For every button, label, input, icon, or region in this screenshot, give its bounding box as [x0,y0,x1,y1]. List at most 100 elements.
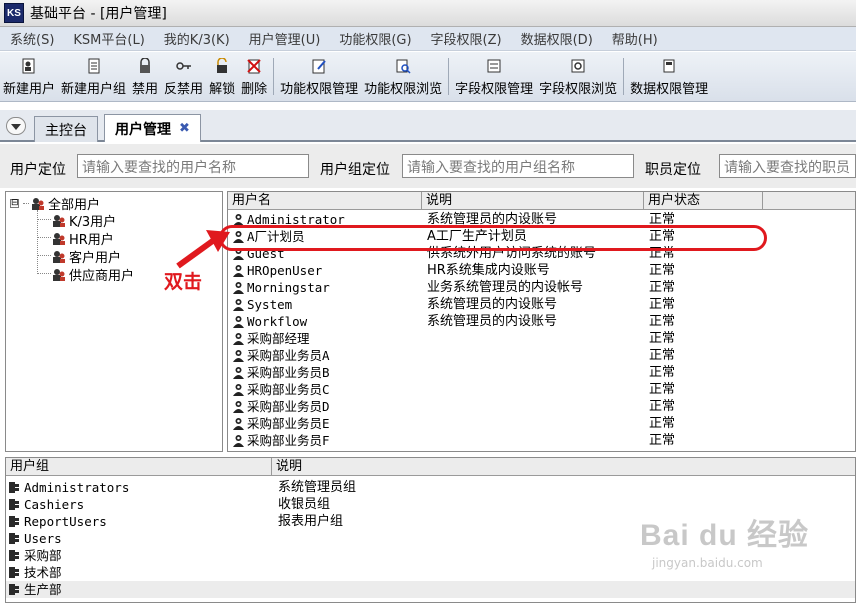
app-logo-icon: KS [4,3,24,23]
tree-item-customer-users[interactable]: 客户用户 [52,247,121,266]
user-search-input[interactable]: 请输入要查找的用户名称 [77,154,309,178]
column-header-group-description[interactable]: 说明 [272,458,855,476]
description-cell: 业务系统管理员的内设帐号 [427,280,584,295]
table-row[interactable]: Administrator 系统管理员的内设账号 正常 [228,211,855,228]
list-item[interactable]: 采购部 [6,547,855,564]
status-cell: 正常 [649,348,676,363]
menu-data-permission[interactable]: 数据权限(D) [511,29,602,48]
tree-item-label: 客户用户 [69,251,122,266]
delete-button[interactable]: 删除 [238,52,270,101]
disable-button[interactable]: 禁用 [129,52,161,101]
new-group-label: 新建用户组 [61,82,127,97]
username-cell: Workflow [247,314,308,329]
username-cell: 采购部业务员C [247,382,330,397]
collapse-toggle-icon[interactable]: ⊟ [10,199,19,208]
tree-connector [37,273,51,274]
data-permission-manage-button[interactable]: 数据权限管理 [627,52,711,101]
group-icon [9,482,20,493]
table-row[interactable]: Guest 供系统外用户访问系统的账号 正常 [228,245,855,262]
user-icon [232,434,245,447]
status-cell: 正常 [649,263,676,278]
list-item[interactable]: Administrators 系统管理员组 [6,479,855,496]
table-row[interactable]: 采购部业务员D 正常 [228,398,855,415]
list-item[interactable]: ReportUsers 报表用户组 [6,513,855,530]
table-row[interactable]: 采购部业务员B 正常 [228,364,855,381]
menu-function-permission[interactable]: 功能权限(G) [329,29,420,48]
menu-help[interactable]: 帮助(H) [602,29,667,48]
column-header-description[interactable]: 说明 [422,192,644,210]
list-item[interactable]: Cashiers 收银员组 [6,496,855,513]
menu-user-management[interactable]: 用户管理(U) [239,29,330,48]
enable-button[interactable]: 反禁用 [161,52,206,101]
position-search-input[interactable]: 请输入要查找的职员 [719,154,856,178]
tree-item-supplier-users[interactable]: 供应商用户 [52,265,134,284]
new-user-button[interactable]: 新建用户 [0,52,58,101]
user-icon [232,315,245,328]
description-cell: 系统管理员的内设账号 [427,314,558,329]
menu-system[interactable]: 系统(S) [0,29,63,48]
new-user-group-button[interactable]: 新建用户组 [58,52,129,101]
group-search-input[interactable]: 请输入要查找的用户组名称 [402,154,634,178]
column-header-username[interactable]: 用户名 [228,192,422,210]
unlock-button[interactable]: 解锁 [206,52,238,101]
column-header-status[interactable]: 用户状态 [644,192,763,210]
column-header-filler [763,192,855,210]
group-icon [9,567,20,578]
description-cell: HR系统集成内设账号 [427,263,550,278]
double-click-annotation: 双击 [164,271,203,293]
tab-main-console-label: 主控台 [45,122,87,139]
field-permission-manage-button[interactable]: 字段权限管理 [452,52,536,101]
menu-ksm-platform[interactable]: KSM平台(L) [63,29,153,48]
close-icon[interactable]: ✖ [179,121,190,136]
function-permission-manage-button[interactable]: 功能权限管理 [277,52,361,101]
toolbar-separator [448,58,450,95]
list-item[interactable]: 生产部 [6,581,855,598]
group-icon [9,499,20,510]
table-row[interactable]: 采购部业务员F 正常 [228,432,855,449]
function-permission-browse-button[interactable]: 功能权限浏览 [361,52,445,101]
username-cell: Guest [247,246,285,261]
table-row[interactable]: 采购部业务员C 正常 [228,381,855,398]
description-cell: 供系统外用户访问系统的账号 [427,246,597,261]
table-row[interactable]: System 系统管理员的内设账号 正常 [228,296,855,313]
username-cell: System [247,297,293,312]
search-bar: 用户定位 请输入要查找的用户名称 用户组定位 请输入要查找的用户组名称 职员定位… [0,144,856,188]
user-group-icon [53,268,65,281]
username-cell: Administrator [247,212,345,227]
list-item[interactable]: 技术部 [6,564,855,581]
list-item[interactable]: Users [6,530,855,547]
status-cell: 正常 [649,433,676,448]
permission-browse-icon [395,58,411,74]
field-permission-browse-button[interactable]: 字段权限浏览 [536,52,620,101]
table-row[interactable]: HROpenUser HR系统集成内设账号 正常 [228,262,855,279]
group-description-cell: 报表用户组 [278,514,344,529]
table-row[interactable]: Workflow 系统管理员的内设账号 正常 [228,313,855,330]
table-row[interactable]: 采购部业务员E 正常 [228,415,855,432]
group-locate-label: 用户组定位 [320,162,390,178]
table-row[interactable]: 采购部经理 正常 [228,330,855,347]
function-permission-browse-label: 功能权限浏览 [364,82,443,97]
tab-user-management[interactable]: 用户管理 ✖ [104,114,201,142]
tab-list-dropdown[interactable] [6,117,26,135]
user-icon [232,383,245,396]
new-user-label: 新建用户 [3,82,56,97]
tree-item-k3-users[interactable]: K/3用户 [52,211,116,230]
menu-my-k3[interactable]: 我的K/3(K) [154,29,239,48]
group-name-cell: Cashiers [24,497,85,512]
table-row[interactable]: A厂计划员 A工厂生产计划员 正常 [228,228,855,245]
group-icon [9,516,20,527]
column-header-group[interactable]: 用户组 [6,458,272,476]
tree-item-hr-users[interactable]: HR用户 [52,229,114,248]
tab-main-console[interactable]: 主控台 [34,116,98,142]
toolbar-separator [273,58,275,95]
table-row[interactable]: 采购部业务员A 正常 [228,347,855,364]
username-cell: A厂计划员 [247,229,305,244]
table-row[interactable]: Morningstar 业务系统管理员的内设帐号 正常 [228,279,855,296]
group-name-cell: Administrators [24,480,130,495]
position-locate-label: 职员定位 [645,162,701,178]
user-icon [232,298,245,311]
status-cell: 正常 [649,416,676,431]
description-cell: A工厂生产计划员 [427,229,527,244]
menu-field-permission[interactable]: 字段权限(Z) [421,29,511,48]
username-cell: Morningstar [247,280,330,295]
